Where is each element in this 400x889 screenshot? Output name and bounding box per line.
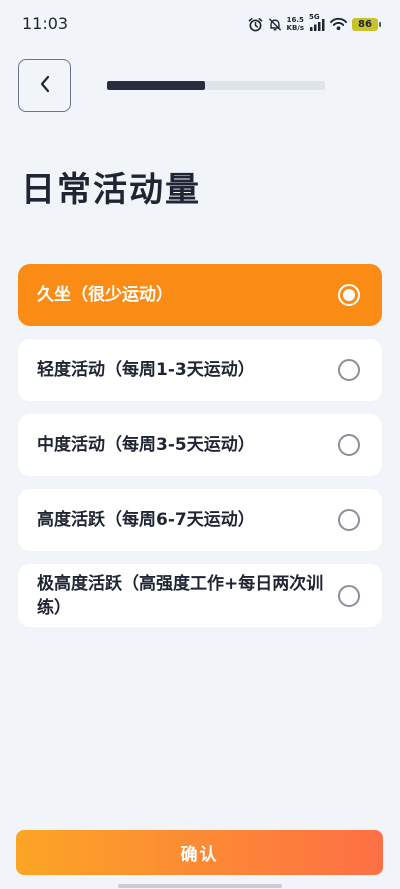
signal-icon: 5G [309, 13, 325, 32]
status-icons: 16.5 KB/s 5G 86 [248, 13, 381, 34]
back-button[interactable] [18, 59, 71, 112]
option-sedentary[interactable]: 久坐（很少运动） [18, 264, 382, 326]
home-indicator [118, 884, 282, 888]
progress-bar [107, 81, 325, 90]
option-label: 轻度活动（每周1-3天运动） [37, 360, 255, 380]
radio-icon[interactable] [338, 434, 360, 456]
net-speed-value: 16.5 [286, 16, 304, 24]
option-moderate-activity[interactable]: 中度活动（每周3-5天运动） [18, 414, 382, 476]
battery-level: 86 [358, 18, 372, 30]
option-high-activity[interactable]: 高度活跃（每周6-7天运动） [18, 489, 382, 551]
radio-icon[interactable] [338, 284, 360, 306]
option-label: 中度活动（每周3-5天运动） [37, 435, 255, 455]
progress-fill [107, 81, 206, 90]
option-light-activity[interactable]: 轻度活动（每周1-3天运动） [18, 339, 382, 401]
option-label: 久坐（很少运动） [37, 285, 173, 305]
confirm-button[interactable]: 确认 [16, 830, 383, 875]
status-bar: 11:03 16.5 KB/s 5G 86 [0, 0, 400, 48]
radio-icon[interactable] [338, 584, 360, 607]
bell-off-icon [268, 17, 282, 32]
page-title: 日常活动量 [21, 170, 201, 210]
option-label: 高度活跃（每周6-7天运动） [37, 510, 255, 530]
chevron-left-icon [38, 75, 52, 97]
wifi-icon [330, 17, 347, 31]
activity-options: 久坐（很少运动） 轻度活动（每周1-3天运动） 中度活动（每周3-5天运动） 高… [18, 264, 382, 640]
net-speed-unit: KB/s [286, 24, 304, 32]
option-label: 极高度活跃（高强度工作+每日两次训练） [37, 573, 324, 618]
battery-icon: 86 [352, 17, 381, 31]
network-type: 5G [309, 13, 320, 21]
net-speed: 16.5 KB/s [287, 16, 304, 32]
alarm-icon [248, 17, 263, 32]
radio-icon[interactable] [338, 509, 360, 531]
option-very-high-activity[interactable]: 极高度活跃（高强度工作+每日两次训练） [18, 564, 382, 627]
radio-icon[interactable] [338, 359, 360, 381]
status-time: 11:03 [22, 14, 69, 33]
